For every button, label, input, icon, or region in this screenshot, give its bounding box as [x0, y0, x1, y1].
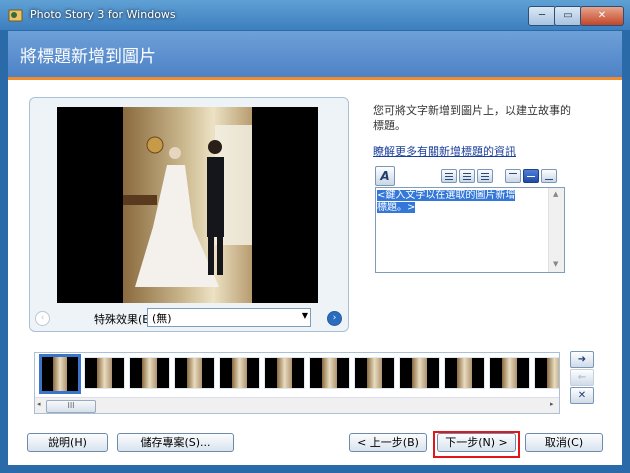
text-vertical-scrollbar[interactable]: ▲ ▼	[548, 188, 564, 272]
align-top-center-button[interactable]	[459, 169, 475, 183]
position-bottom-button[interactable]	[541, 169, 557, 183]
filmstrip-frame[interactable]	[264, 357, 305, 389]
scroll-down-icon[interactable]: ▼	[553, 260, 558, 268]
frame-thumbnail	[456, 358, 473, 388]
frame-thumbnail	[141, 358, 158, 388]
effect-selected-value: (無)	[152, 312, 172, 325]
font-button[interactable]: A	[375, 166, 395, 186]
frame-thumbnail	[231, 358, 248, 388]
filmstrip-frames	[35, 353, 559, 396]
frame-thumbnail	[366, 358, 383, 388]
scrollbar-thumb[interactable]: III	[46, 400, 96, 413]
frame-thumbnail	[321, 358, 338, 388]
window-title: Photo Story 3 for Windows	[30, 8, 176, 21]
position-top-button[interactable]	[505, 169, 521, 183]
save-project-button[interactable]: 儲存專案(S)...	[117, 433, 234, 452]
filmstrip-frame[interactable]	[219, 357, 260, 389]
filmstrip-frame[interactable]	[309, 357, 350, 389]
instructions-text: 您可將文字新增到圖片上，以建立故事的標題。	[373, 104, 571, 132]
filmstrip-scrollbar[interactable]: ◂ III ▸	[35, 397, 559, 413]
move-picture-right-button[interactable]: ➜	[570, 351, 594, 368]
position-middle-button[interactable]	[523, 169, 539, 183]
filmstrip-frame[interactable]	[174, 357, 215, 389]
previous-picture-button[interactable]: ‹	[35, 311, 50, 326]
frame-thumbnail	[411, 358, 428, 388]
align-top-left-button[interactable]	[441, 169, 457, 183]
cancel-button[interactable]: 取消(C)	[525, 433, 603, 452]
preview-panel: ‹ 特殊效果(E): (無) ▼ ›	[29, 97, 349, 332]
title-bar[interactable]: Photo Story 3 for Windows ─ ▭ ✕	[0, 0, 630, 30]
frame-thumbnail	[546, 358, 559, 388]
minimize-button[interactable]: ─	[528, 6, 556, 26]
align-top-right-button[interactable]	[477, 169, 493, 183]
main-content: ‹ 特殊效果(E): (無) ▼ › 您可將文字新增到圖片上，以建立故事的標題。…	[8, 80, 622, 465]
filmstrip-frame[interactable]	[39, 354, 81, 394]
title-text-content: <鍵入文字以在選取的圖片新增標題。>	[377, 190, 516, 213]
page-title: 將標題新增到圖片	[20, 47, 156, 67]
frame-thumbnail	[501, 358, 518, 388]
scroll-left-icon[interactable]: ◂	[37, 400, 41, 408]
page-header: 將標題新增到圖片	[8, 31, 622, 77]
filmstrip-frame[interactable]	[129, 357, 170, 389]
filmstrip-frame[interactable]	[354, 357, 395, 389]
frame-thumbnail	[52, 357, 68, 391]
filmstrip: ◂ III ▸	[34, 352, 560, 414]
next-button-highlight	[433, 431, 520, 458]
back-button[interactable]: < 上一步(B)	[349, 433, 427, 452]
effect-dropdown[interactable]: (無) ▼	[147, 308, 311, 327]
move-picture-left-button[interactable]: ←	[570, 369, 594, 386]
scroll-right-icon[interactable]: ▸	[550, 400, 554, 408]
scroll-up-icon[interactable]: ▲	[553, 190, 558, 198]
filmstrip-frame[interactable]	[444, 357, 485, 389]
close-window-button[interactable]: ✕	[580, 6, 624, 26]
filmstrip-frame[interactable]	[534, 357, 559, 389]
wedding-photo-figures	[123, 125, 252, 287]
photo-story-app-icon	[8, 9, 23, 22]
wedding-photo	[123, 107, 252, 303]
next-picture-button[interactable]: ›	[327, 311, 342, 326]
maximize-button[interactable]: ▭	[554, 6, 582, 26]
chevron-down-icon: ▼	[301, 311, 308, 320]
filmstrip-frame[interactable]	[399, 357, 440, 389]
frame-thumbnail	[186, 358, 203, 388]
selected-picture-preview	[57, 107, 318, 303]
app-window: Photo Story 3 for Windows ─ ▭ ✕ 將標題新增到圖片	[0, 0, 630, 473]
learn-more-link[interactable]: 瞭解更多有關新增標題的資訊	[373, 143, 516, 159]
title-text-input[interactable]: <鍵入文字以在選取的圖片新增標題。> ▲ ▼	[375, 187, 565, 273]
remove-picture-button[interactable]: ✕	[570, 387, 594, 404]
frame-thumbnail	[276, 358, 293, 388]
filmstrip-frame[interactable]	[489, 357, 530, 389]
help-button[interactable]: 說明(H)	[27, 433, 108, 452]
filmstrip-frame[interactable]	[84, 357, 125, 389]
frame-thumbnail	[96, 358, 113, 388]
